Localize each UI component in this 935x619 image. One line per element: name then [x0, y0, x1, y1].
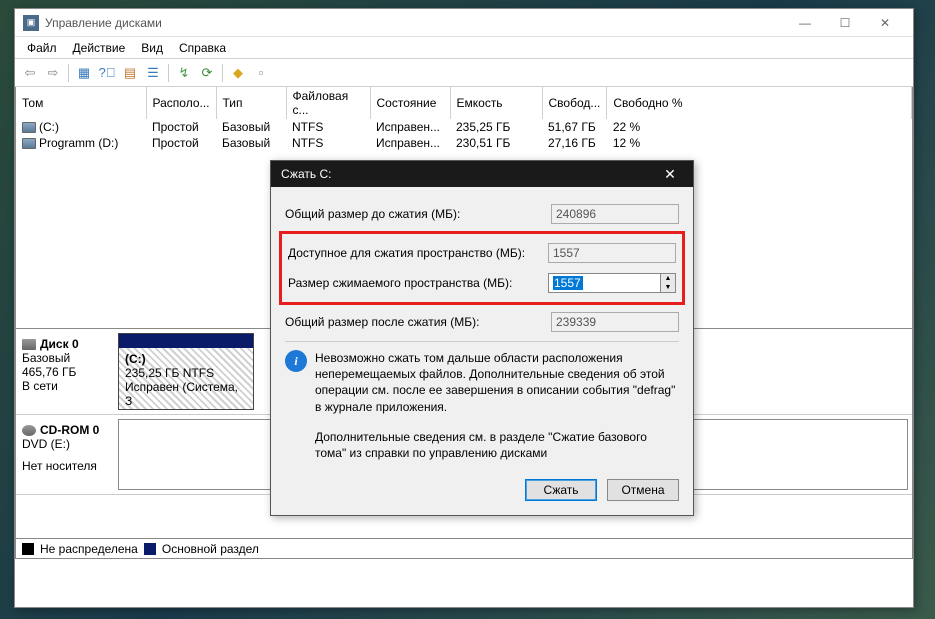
action-icon[interactable]: ↯ [173, 62, 195, 84]
volume-row[interactable]: Programm (D:) ПростойБазовыйNTFS Исправе… [16, 135, 912, 151]
field-size-after: 239339 [551, 312, 679, 332]
volume-row[interactable]: (C:) ПростойБазовыйNTFS Исправен...235,2… [16, 119, 912, 135]
refresh-icon[interactable]: ⟳ [196, 62, 218, 84]
shrink-dialog: Сжать C: ✕ Общий размер до сжатия (МБ): … [270, 160, 694, 516]
col-free[interactable]: Свобод... [542, 87, 607, 119]
label-shrink-amount: Размер сжимаемого пространства (МБ): [288, 276, 548, 290]
calendar-icon[interactable]: ▤ [119, 62, 141, 84]
grid-icon[interactable]: ▦ [73, 62, 95, 84]
col-pct[interactable]: Свободно % [607, 87, 912, 119]
col-type[interactable]: Тип [216, 87, 286, 119]
field-shrink-amount[interactable] [548, 273, 661, 293]
col-status[interactable]: Состояние [370, 87, 450, 119]
close-button[interactable]: ✕ [865, 10, 905, 36]
menu-action[interactable]: Действие [65, 39, 134, 57]
legend-primary-swatch [144, 543, 156, 555]
maximize-button[interactable]: ☐ [825, 10, 865, 36]
shrink-button[interactable]: Сжать [525, 479, 597, 501]
spin-down-icon: ▼ [661, 283, 675, 292]
toolbar: ⇦ ⇨ ▦ ?⃞ ▤ ☰ ↯ ⟳ ◆ ▫ [15, 59, 913, 87]
spin-up-icon: ▲ [661, 274, 675, 283]
col-fs[interactable]: Файловая с... [286, 87, 370, 119]
info-text-1: Невозможно сжать том дальше области расп… [315, 350, 679, 415]
spinner[interactable]: ▲▼ [661, 273, 676, 293]
field-size-before: 240896 [551, 204, 679, 224]
info-text-2: Дополнительные сведения см. в разделе "С… [315, 429, 679, 461]
legend-unallocated-swatch [22, 543, 34, 555]
legend-primary: Основной раздел [162, 542, 259, 556]
back-icon[interactable]: ⇦ [19, 62, 41, 84]
legend: Не распределена Основной раздел [15, 539, 913, 559]
label-available: Доступное для сжатия пространство (МБ): [288, 246, 548, 260]
forward-icon[interactable]: ⇨ [42, 62, 64, 84]
menu-help[interactable]: Справка [171, 39, 234, 57]
disk-info[interactable]: Диск 0 Базовый 465,76 ГБ В сети [20, 333, 112, 410]
properties-icon[interactable]: ▫ [250, 62, 272, 84]
col-layout[interactable]: Располо... [146, 87, 216, 119]
shrink-input[interactable] [553, 276, 583, 290]
label-size-before: Общий размер до сжатия (МБ): [285, 207, 551, 221]
legend-unallocated: Не распределена [40, 542, 138, 556]
volume-icon [22, 138, 36, 149]
col-volume[interactable]: Том [16, 87, 146, 119]
highlighted-region: Доступное для сжатия пространство (МБ): … [279, 231, 685, 305]
dialog-titlebar[interactable]: Сжать C: ✕ [271, 161, 693, 187]
label-size-after: Общий размер после сжатия (МБ): [285, 315, 551, 329]
minimize-button[interactable]: — [785, 10, 825, 36]
cdrom-icon [22, 425, 36, 436]
col-capacity[interactable]: Емкость [450, 87, 542, 119]
volume-icon [22, 122, 36, 133]
cdrom-info[interactable]: CD-ROM 0 DVD (E:) Нет носителя [20, 419, 112, 490]
menu-file[interactable]: Файл [19, 39, 65, 57]
window-title: Управление дисками [45, 16, 785, 30]
field-available: 1557 [548, 243, 676, 263]
dialog-close-button[interactable]: ✕ [657, 162, 683, 186]
menu-view[interactable]: Вид [133, 39, 171, 57]
app-icon: ▣ [23, 15, 39, 31]
add-icon[interactable]: ◆ [227, 62, 249, 84]
partition[interactable]: (C:) 235,25 ГБ NTFS Исправен (Система, З [118, 333, 254, 410]
help-icon[interactable]: ?⃞ [96, 62, 118, 84]
dialog-title: Сжать C: [281, 167, 657, 181]
info-icon: i [285, 350, 307, 372]
menubar: Файл Действие Вид Справка [15, 37, 913, 59]
titlebar[interactable]: ▣ Управление дисками — ☐ ✕ [15, 9, 913, 37]
list-icon[interactable]: ☰ [142, 62, 164, 84]
disk-icon [22, 339, 36, 350]
cancel-button[interactable]: Отмена [607, 479, 679, 501]
